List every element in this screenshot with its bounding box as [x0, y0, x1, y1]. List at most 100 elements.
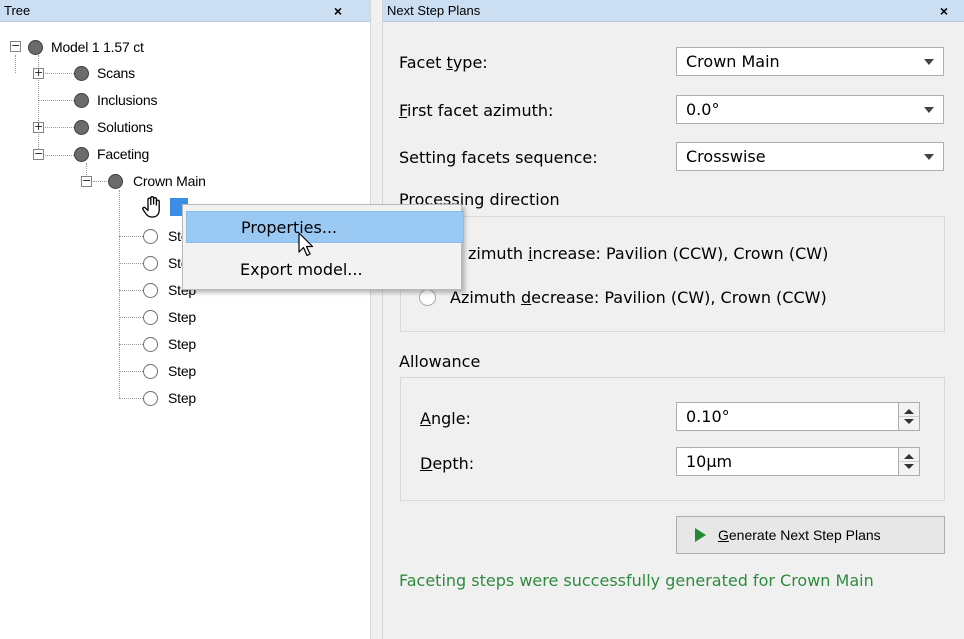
tree-item-step[interactable]: Step [143, 306, 196, 328]
allowance-group [400, 377, 945, 501]
tree-item-inclusions[interactable]: Inclusions [74, 89, 157, 111]
spin-up-icon[interactable] [904, 409, 914, 414]
radio-azimuth-decrease[interactable]: Azimuth decrease: Pavilion (CW), Crown (… [419, 288, 827, 307]
expander-solutions[interactable]: + [33, 121, 44, 133]
tree-connector [43, 73, 78, 74]
depth-spinbox[interactable]: 10μm [676, 447, 920, 476]
angle-label: Angle: [420, 409, 471, 428]
expander-model[interactable]: − [10, 40, 21, 52]
tree-close-button[interactable]: × [330, 0, 346, 22]
context-menu: Properties... Export model... [182, 204, 464, 290]
radio-button [419, 289, 436, 306]
tree-connector [119, 398, 143, 399]
next-step-plans-panel: Next Step Plans × Facet type: Crown Main… [383, 0, 964, 639]
setting-sequence-combo[interactable]: Crosswise [676, 142, 944, 171]
angle-value: 0.10° [686, 407, 730, 426]
tree-item-label: Inclusions [97, 92, 158, 108]
plans-title-bar: Next Step Plans [383, 0, 964, 22]
panel-splitter[interactable] [370, 0, 383, 639]
tree-connector [119, 263, 143, 264]
tree-item-label: Crown Main [133, 173, 206, 189]
generate-next-step-plans-button[interactable]: Generate Next Step Plans [676, 516, 945, 554]
radio-azimuth-increase[interactable]: zimuth increase: Pavilion (CCW), Crown (… [401, 244, 828, 263]
tree-item-label: Step [168, 336, 196, 352]
facet-type-label: Facet type: [399, 53, 488, 72]
tree-title: Tree [4, 3, 31, 18]
tree-connector [119, 236, 143, 237]
menu-item-export-model[interactable]: Export model... [186, 254, 464, 286]
expander-crown-main[interactable]: − [81, 175, 92, 187]
chevron-down-icon [924, 59, 934, 65]
play-icon [695, 528, 706, 542]
tree-connector [119, 190, 120, 398]
status-message: Faceting steps were successfully generat… [399, 571, 874, 590]
node-empty-icon [143, 363, 158, 379]
tree-item-label: Step [168, 309, 196, 325]
setting-sequence-label: Setting facets sequence: [399, 148, 598, 167]
tree-connector [38, 100, 78, 101]
facet-type-value: Crown Main [686, 52, 780, 71]
radio-azimuth-increase-label: zimuth increase: Pavilion (CCW), Crown (… [468, 244, 829, 263]
tree-connector [93, 181, 109, 182]
menu-item-properties[interactable]: Properties... [186, 211, 464, 243]
tree-connector [43, 155, 78, 156]
tree-connector [119, 290, 143, 291]
tree-connector [119, 344, 143, 345]
node-filled-icon [74, 146, 89, 162]
spin-divider [899, 461, 919, 462]
tree-item-step[interactable]: Step [143, 387, 196, 409]
setting-sequence-value: Crosswise [686, 147, 766, 166]
tree-panel: Tree × − + + − − Model 1 1.57 ct Scans I… [0, 0, 370, 639]
facet-type-combo[interactable]: Crown Main [676, 47, 944, 76]
spin-down-icon[interactable] [904, 464, 914, 469]
tree-item-step[interactable]: Step [143, 333, 196, 355]
first-facet-azimuth-combo[interactable]: 0.0° [676, 95, 944, 124]
tree-item-label: Model 1 1.57 ct [51, 39, 144, 55]
tree-item-crown-main[interactable]: Crown Main [108, 170, 206, 192]
depth-value: 10μm [686, 452, 733, 471]
plans-title: Next Step Plans [387, 3, 481, 18]
node-empty-icon [143, 336, 158, 352]
node-filled-icon [74, 65, 89, 81]
tree-connector [43, 127, 78, 128]
angle-spin-buttons[interactable] [898, 402, 920, 431]
tree-item-solutions[interactable]: Solutions [74, 116, 153, 138]
tree-connector [119, 317, 143, 318]
tree-item-model[interactable]: Model 1 1.57 ct [28, 36, 144, 58]
expander-scans[interactable]: + [33, 67, 44, 79]
first-facet-azimuth-value: 0.0° [686, 100, 720, 119]
expander-faceting[interactable]: − [33, 148, 44, 160]
chevron-down-icon [924, 107, 934, 113]
tree-connector [15, 55, 16, 73]
spin-divider [899, 416, 919, 417]
radio-azimuth-decrease-label: Azimuth decrease: Pavilion (CW), Crown (… [450, 288, 827, 307]
node-empty-icon [143, 282, 158, 298]
depth-label: Depth: [420, 454, 475, 473]
first-facet-azimuth-label: First facet azimuth: [399, 101, 554, 120]
hand-pointer-icon [140, 195, 164, 224]
processing-direction-group: zimuth increase: Pavilion (CCW), Crown (… [400, 216, 945, 332]
depth-spin-buttons[interactable] [898, 447, 920, 476]
tree-item-label: Step [168, 363, 196, 379]
tree-item-label: Solutions [97, 119, 153, 135]
tree-item-scans[interactable]: Scans [74, 62, 135, 84]
node-empty-icon [143, 255, 158, 271]
plans-close-button[interactable]: × [936, 0, 952, 22]
tree-item-faceting[interactable]: Faceting [74, 143, 149, 165]
node-filled-icon [74, 92, 89, 108]
tree-connector [119, 371, 143, 372]
arrow-cursor-icon [298, 232, 314, 263]
angle-spinbox[interactable]: 0.10° [676, 402, 920, 431]
tree-item-step[interactable]: Step [143, 360, 196, 382]
node-empty-icon [143, 228, 158, 244]
chevron-down-icon [924, 154, 934, 160]
node-empty-icon [143, 309, 158, 325]
tree-item-label: Faceting [97, 146, 150, 162]
tree-item-label: Step [168, 390, 196, 406]
generate-button-label: Generate Next Step Plans [718, 527, 881, 543]
node-filled-icon [74, 119, 89, 135]
tree-item-label: Scans [97, 65, 135, 81]
allowance-label: Allowance [399, 352, 481, 371]
spin-up-icon[interactable] [904, 454, 914, 459]
spin-down-icon[interactable] [904, 419, 914, 424]
